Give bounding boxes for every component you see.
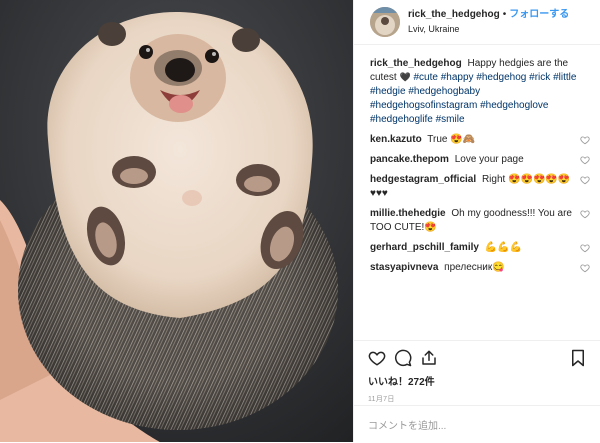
- comment-like-heart-icon[interactable]: [580, 209, 590, 219]
- avatar-image: [370, 7, 400, 37]
- comment-username[interactable]: pancake.thepom: [370, 154, 449, 165]
- avatar[interactable]: [370, 7, 400, 37]
- comment-like-heart-icon[interactable]: [580, 135, 590, 145]
- hashtag[interactable]: #hedgehog: [476, 72, 526, 83]
- hashtag[interactable]: #hedgie: [370, 86, 406, 97]
- hashtag[interactable]: #cute: [413, 72, 437, 83]
- comment-username[interactable]: millie.thehedgie: [370, 208, 446, 219]
- comment-like-heart-icon[interactable]: [580, 243, 590, 253]
- post-header: rick_the_hedgehog • フォローする Lviv, Ukraine: [354, 0, 600, 45]
- comment-text: True 😍🙈: [427, 134, 476, 145]
- instagram-post: rick_the_hedgehog • フォローする Lviv, Ukraine…: [0, 0, 600, 442]
- post-sidebar: rick_the_hedgehog • フォローする Lviv, Ukraine…: [353, 0, 600, 442]
- header-separator: •: [502, 9, 507, 20]
- location-link[interactable]: Lviv, Ukraine: [408, 22, 569, 36]
- comment-text: прелесник😋: [444, 262, 505, 273]
- comment: ken.kazuto True 😍🙈: [370, 133, 590, 147]
- caption-username[interactable]: rick_the_hedgehog: [370, 58, 462, 69]
- comment: millie.thehedgie Oh my goodness!!! You a…: [370, 207, 590, 235]
- hashtag[interactable]: #rick: [529, 72, 550, 83]
- follow-button[interactable]: フォローする: [509, 8, 569, 22]
- comment-username[interactable]: stasyapivneva: [370, 262, 438, 273]
- share-icon[interactable]: [420, 349, 438, 367]
- comment: pancake.thepom Love your page: [370, 153, 590, 167]
- hashtag[interactable]: #hedgehogsofinstagram: [370, 100, 477, 111]
- like-heart-icon[interactable]: [368, 349, 386, 367]
- hashtag[interactable]: #hedgehoglove: [480, 100, 548, 111]
- comment-bubble-icon[interactable]: [394, 349, 412, 367]
- bookmark-icon[interactable]: [570, 349, 586, 367]
- comment-username[interactable]: gerhard_pschill_family: [370, 242, 479, 253]
- hedgehog-photo: [0, 0, 353, 442]
- post-actions: いいね！272件 11月7日: [354, 340, 600, 404]
- post-date: 11月7日: [368, 396, 395, 403]
- add-comment-input[interactable]: コメントを追加...: [354, 405, 600, 443]
- comment-text: 💪💪💪: [484, 242, 523, 253]
- comment: stasyapivneva прелесник😋: [370, 261, 590, 275]
- caption-emoji: 🖤: [399, 73, 411, 83]
- caption: rick_the_hedgehog Happy hedgies are the …: [370, 57, 590, 127]
- comment: hedgestagram_official Right 😍😍😍😍😍♥♥♥: [370, 173, 590, 201]
- hashtag[interactable]: #hedgehogbaby: [408, 86, 480, 97]
- header-username[interactable]: rick_the_hedgehog: [408, 8, 500, 22]
- post-photo[interactable]: [0, 0, 353, 442]
- comment-username[interactable]: ken.kazuto: [370, 134, 422, 145]
- hashtag[interactable]: #smile: [436, 114, 465, 125]
- hashtag[interactable]: #little: [553, 72, 576, 83]
- comment-username[interactable]: hedgestagram_official: [370, 174, 476, 185]
- comment-text: Love your page: [454, 154, 524, 165]
- likes-count[interactable]: いいね！272件: [368, 373, 586, 388]
- hashtag[interactable]: #hedgehoglife: [370, 114, 433, 125]
- comment-like-heart-icon[interactable]: [580, 263, 590, 273]
- hashtag[interactable]: #happy: [441, 72, 474, 83]
- comments-list: rick_the_hedgehog Happy hedgies are the …: [354, 45, 600, 275]
- comment: gerhard_pschill_family 💪💪💪: [370, 241, 590, 255]
- comment-like-heart-icon[interactable]: [580, 155, 590, 165]
- comment-like-heart-icon[interactable]: [580, 175, 590, 185]
